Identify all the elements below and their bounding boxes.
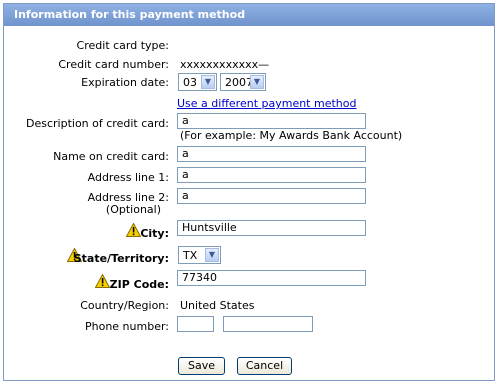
payment-method-panel: Information for this payment method Cred…	[3, 3, 495, 381]
expiration-month-value: 03	[183, 76, 197, 89]
address2-optional-note: (Optional)	[105, 203, 161, 216]
expiration-month-select[interactable]: 03 ▼	[178, 73, 217, 91]
panel-title: Information for this payment method	[4, 4, 494, 26]
phone-number-input[interactable]	[223, 316, 313, 332]
state-value: TX	[183, 249, 198, 262]
phone-area-input[interactable]	[177, 316, 214, 332]
state-select[interactable]: TX ▼	[178, 246, 221, 264]
chevron-down-icon: ▼	[201, 75, 215, 89]
expiration-label: Expiration date:	[81, 76, 169, 89]
country-label: Country/Region:	[80, 299, 169, 312]
card-type-label: Credit card type:	[76, 39, 169, 52]
city-label: City:	[140, 227, 169, 240]
expiration-year-select[interactable]: 2007 ▼	[220, 73, 266, 91]
chevron-down-icon: ▼	[205, 248, 219, 262]
cancel-button[interactable]: Cancel	[237, 357, 292, 375]
warning-icon	[95, 274, 110, 288]
zip-label: ZIP Code:	[109, 278, 169, 291]
country-value: United States	[180, 299, 255, 312]
name-input[interactable]: a	[177, 146, 366, 162]
change-payment-method-link[interactable]: Use a different payment method	[177, 97, 356, 110]
card-number-label: Credit card number:	[58, 58, 169, 71]
save-button[interactable]: Save	[178, 357, 225, 375]
address1-label: Address line 1:	[87, 171, 169, 184]
description-hint: (For example: My Awards Bank Account)	[180, 129, 403, 142]
state-label: State/Territory:	[73, 252, 169, 265]
card-number-value: xxxxxxxxxxxx—	[180, 58, 270, 71]
name-label: Name on credit card:	[53, 150, 169, 163]
expiration-year-value: 2007	[225, 76, 253, 89]
description-input[interactable]: a	[177, 113, 366, 129]
chevron-down-icon: ▼	[250, 75, 264, 89]
address1-input[interactable]: a	[177, 167, 366, 183]
description-label: Description of credit card:	[26, 117, 169, 130]
city-input[interactable]: Huntsville	[177, 220, 366, 236]
zip-input[interactable]: 77340	[177, 270, 366, 286]
warning-icon	[126, 223, 141, 237]
address2-input[interactable]: a	[177, 188, 366, 204]
phone-label: Phone number:	[84, 320, 169, 333]
